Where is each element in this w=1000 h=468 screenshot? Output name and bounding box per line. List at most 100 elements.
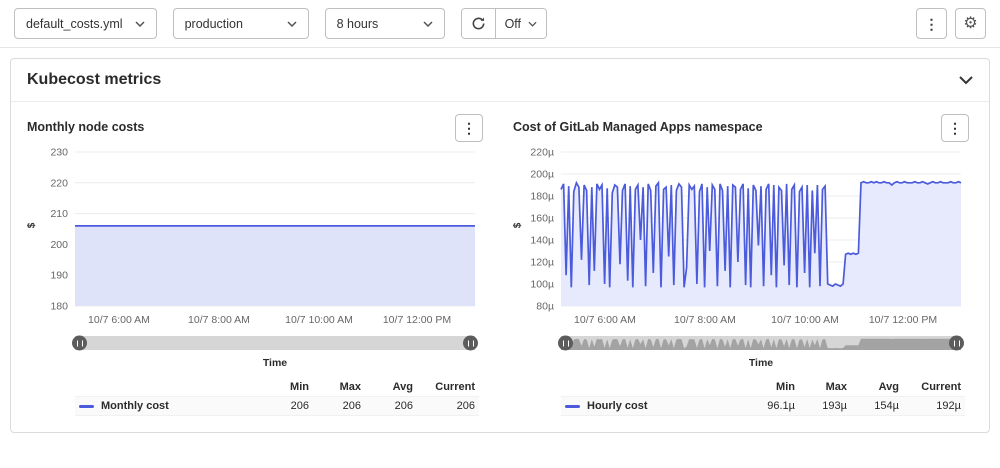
refresh-rate-value: Off [505, 17, 521, 31]
series-label: Hourly cost [587, 400, 648, 412]
legend-table: Min Max Avg Current Hourly cost 96.1µ 19… [561, 378, 965, 416]
chevron-down-icon [287, 21, 297, 27]
dashboard-toolbar: default_costs.yml production 8 hours Off… [0, 0, 1000, 48]
chevron-down-icon [135, 21, 145, 27]
kebab-icon: ⋮ [948, 121, 962, 135]
scrubber-handle-left[interactable] [72, 336, 87, 351]
legend-series-row[interactable]: Monthly cost 206 206 206 206 [75, 396, 479, 416]
dashboard-yaml-select-value: default_costs.yml [26, 17, 123, 31]
legend-header-row: Min Max Avg Current [75, 378, 479, 396]
settings-button[interactable]: ⚙ [955, 8, 986, 39]
y-tick-label: 190 [50, 270, 68, 282]
x-tick-label: 10/7 8:00 AM [674, 314, 736, 326]
x-tick-label: 10/7 10:00 AM [285, 314, 353, 326]
legend-avg-value: 154µ [847, 400, 899, 412]
scrubber-preview-area [561, 339, 961, 350]
legend-avg-value: 206 [361, 400, 413, 412]
legend-header-current: Current [899, 381, 961, 393]
legend-current-value: 206 [413, 400, 475, 412]
y-tick-label: 230 [50, 147, 68, 159]
kebab-icon: ⋮ [462, 121, 476, 135]
y-axis-label: $ [512, 223, 523, 229]
legend-max-value: 206 [309, 400, 361, 412]
series-area [75, 226, 475, 306]
plot-area: $ 23022021020019018010/7 6:00 AM10/7 8:0… [27, 144, 483, 332]
panel-title: Kubecost metrics [27, 71, 161, 89]
gear-icon: ⚙ [963, 16, 977, 32]
y-tick-label: 180µ [530, 191, 554, 203]
legend-header-avg: Avg [361, 381, 413, 393]
time-range-select[interactable]: 8 hours [325, 8, 445, 39]
legend-header-max: Max [795, 381, 847, 393]
series-color-swatch [565, 405, 580, 408]
legend-header-min: Min [743, 381, 795, 393]
legend-header-current: Current [413, 381, 475, 393]
chart-more-actions-button[interactable]: ⋮ [455, 114, 483, 142]
legend-header-avg: Avg [847, 381, 899, 393]
y-tick-label: 210 [50, 208, 68, 220]
time-range-scrubber[interactable] [75, 336, 475, 350]
legend-series-row[interactable]: Hourly cost 96.1µ 193µ 154µ 192µ [561, 396, 965, 416]
x-axis-label: Time [561, 357, 961, 369]
x-tick-label: 10/7 10:00 AM [771, 314, 839, 326]
refresh-rate-select[interactable]: Off [495, 9, 546, 38]
panel-header[interactable]: Kubecost metrics [11, 59, 989, 102]
legend-min-value: 96.1µ [743, 400, 795, 412]
scrubber-handle-left[interactable] [558, 336, 573, 351]
x-axis-label: Time [75, 357, 475, 369]
plot-area: $ 220µ200µ180µ160µ140µ120µ100µ80µ10/7 6:… [513, 144, 969, 332]
legend-header-max: Max [309, 381, 361, 393]
chevron-down-icon [423, 21, 433, 27]
legend-max-value: 193µ [795, 400, 847, 412]
series-color-swatch [79, 405, 94, 408]
refresh-controls: Off [461, 8, 547, 39]
chart-header: Cost of GitLab Managed Apps namespace ⋮ [513, 114, 969, 142]
y-tick-label: 220 [50, 177, 68, 189]
y-tick-label: 200 [50, 239, 68, 251]
y-tick-label: 200µ [530, 169, 554, 181]
chart-monthly-node-costs: Monthly node costs ⋮ $ 230 220 210 200 190 18… [27, 114, 483, 416]
scrubber-handle-right[interactable] [463, 336, 478, 351]
chart-gitlab-managed-apps-cost: Cost of GitLab Managed Apps namespace ⋮ … [513, 114, 969, 416]
kebab-icon: ⋮ [925, 17, 939, 31]
legend-current-value: 192µ [899, 400, 961, 412]
legend-series-name: Hourly cost [565, 400, 743, 412]
refresh-button[interactable] [462, 9, 495, 38]
chart-title: Cost of GitLab Managed Apps namespace [513, 114, 763, 134]
legend-min-value: 206 [257, 400, 309, 412]
dashboard-yaml-select[interactable]: default_costs.yml [14, 8, 157, 39]
y-tick-label: 220µ [530, 147, 554, 159]
kubecost-metrics-panel: Kubecost metrics Monthly node costs ⋮ $ … [10, 58, 990, 433]
chart-header: Monthly node costs ⋮ [27, 114, 483, 142]
scrubber-preview [561, 336, 961, 350]
legend-header-min: Min [257, 381, 309, 393]
legend-header-row: Min Max Avg Current [561, 378, 965, 396]
y-tick-label: 160µ [530, 213, 554, 225]
chevron-down-icon [528, 21, 537, 27]
y-tick-label: 100µ [530, 279, 554, 291]
x-tick-label: 10/7 8:00 AM [188, 314, 250, 326]
legend-table: Min Max Avg Current Monthly cost 206 206… [75, 378, 479, 416]
refresh-icon [471, 16, 486, 31]
y-tick-label: 180 [50, 301, 68, 313]
environment-select-value: production [185, 17, 243, 31]
chart-more-actions-button[interactable]: ⋮ [941, 114, 969, 142]
more-actions-button[interactable]: ⋮ [916, 8, 947, 39]
legend-series-name: Monthly cost [79, 400, 257, 412]
scrubber-handle-right[interactable] [949, 336, 964, 351]
chart-plot[interactable]: 23022021020019018010/7 6:00 AM10/7 8:00 … [27, 144, 479, 332]
y-axis-label: $ [26, 223, 37, 229]
environment-select[interactable]: production [173, 8, 309, 39]
y-tick-label: 120µ [530, 257, 554, 269]
x-tick-label: 10/7 6:00 AM [574, 314, 636, 326]
chart-title: Monthly node costs [27, 114, 144, 134]
charts-row: Monthly node costs ⋮ $ 230 220 210 200 190 18… [11, 102, 989, 432]
scrubber-preview [75, 336, 475, 350]
toolbar-actions: ⋮ ⚙ [916, 8, 986, 39]
time-range-select-value: 8 hours [337, 17, 379, 31]
time-range-scrubber[interactable] [561, 336, 961, 350]
series-label: Monthly cost [101, 400, 169, 412]
collapse-chevron-icon[interactable] [959, 76, 973, 85]
chart-plot[interactable]: 220µ200µ180µ160µ140µ120µ100µ80µ10/7 6:00… [513, 144, 965, 332]
y-tick-label: 80µ [536, 301, 554, 313]
